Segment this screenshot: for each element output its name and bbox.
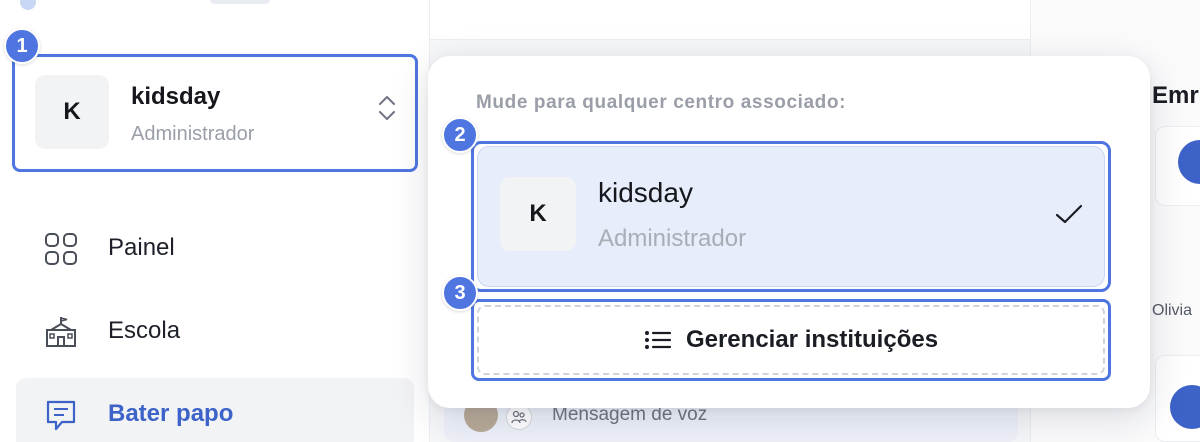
sidebar-item-label: Escola: [108, 317, 181, 344]
option-avatar: K: [500, 177, 576, 251]
step-badge-1: 1: [4, 28, 40, 64]
sidebar-item-bater-papo[interactable]: Bater papo: [16, 378, 414, 442]
account-role: Administrador: [131, 123, 255, 145]
sidebar: K kidsday Administrador Painel Escola Ba…: [0, 0, 430, 442]
sidebar-item-painel[interactable]: Painel: [16, 212, 414, 284]
brand-text-placeholder: [210, 0, 270, 4]
manage-institutions-label: Gerenciar instituições: [685, 326, 939, 353]
right-panel-title: Emr: [1152, 82, 1199, 109]
account-switcher[interactable]: K kidsday Administrador: [12, 54, 418, 172]
chevron-up-down-icon: [379, 96, 395, 120]
option-role: Administrador: [598, 225, 747, 252]
list-icon: [644, 331, 672, 349]
chat-icon: [46, 400, 76, 431]
dashboard-grid-icon: [45, 233, 77, 265]
institution-option[interactable]: K kidsday Administrador: [477, 146, 1105, 287]
account-name: kidsday: [131, 83, 221, 110]
step-badge-3: 3: [442, 275, 478, 311]
sidebar-item-label: Bater papo: [108, 400, 234, 427]
account-avatar: K: [35, 75, 109, 149]
brand-logo: [20, 0, 36, 10]
sidebar-item-escola[interactable]: Escola: [16, 295, 414, 367]
school-building-icon: [46, 317, 76, 347]
sidebar-item-label: Painel: [108, 234, 175, 261]
manage-institutions-button[interactable]: Gerenciar instituições: [477, 305, 1105, 375]
main-header: [430, 0, 1030, 40]
check-icon: [1055, 204, 1083, 224]
step-badge-2: 2: [442, 117, 478, 153]
right-panel-name: Olivia: [1152, 302, 1193, 319]
dropdown-heading: Mude para qualquer centro associado:: [476, 92, 847, 113]
option-name: kidsday: [598, 177, 693, 208]
institution-switcher-dropdown: Mude para qualquer centro associado: K k…: [428, 56, 1150, 408]
